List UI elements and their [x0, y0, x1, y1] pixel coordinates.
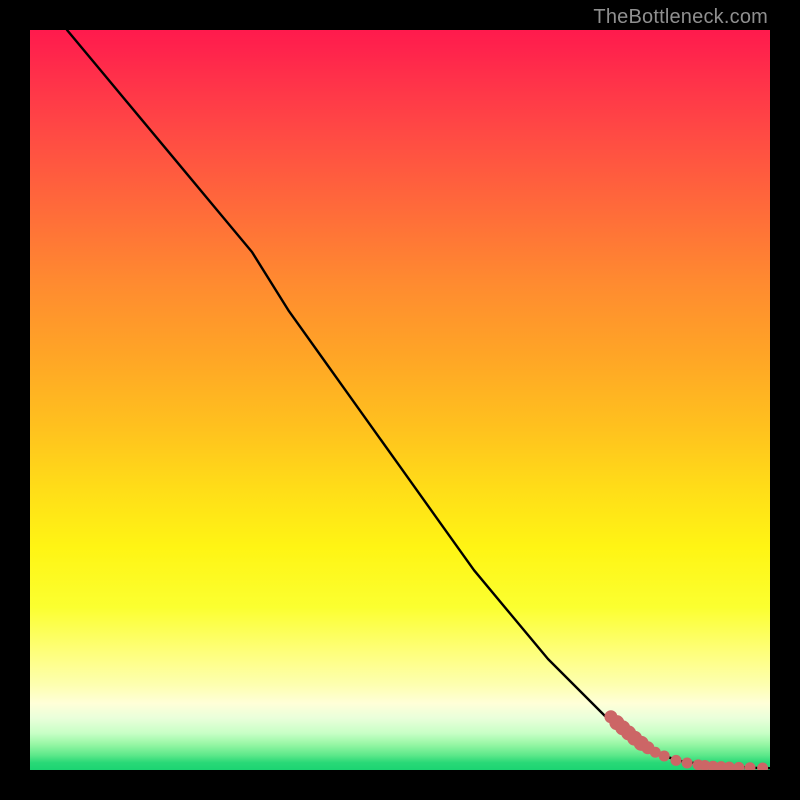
- data-point: [734, 762, 744, 770]
- marker-group: [605, 711, 768, 770]
- data-point: [682, 758, 692, 768]
- data-point: [659, 751, 669, 761]
- chart-frame: TheBottleneck.com: [0, 0, 800, 800]
- chart-overlay: [30, 30, 770, 770]
- data-point: [724, 762, 734, 770]
- plot-area: [30, 30, 770, 770]
- data-point: [745, 763, 755, 770]
- data-point: [758, 763, 768, 770]
- data-point: [671, 755, 681, 765]
- curve-line: [67, 30, 770, 768]
- watermark-text: TheBottleneck.com: [593, 6, 768, 29]
